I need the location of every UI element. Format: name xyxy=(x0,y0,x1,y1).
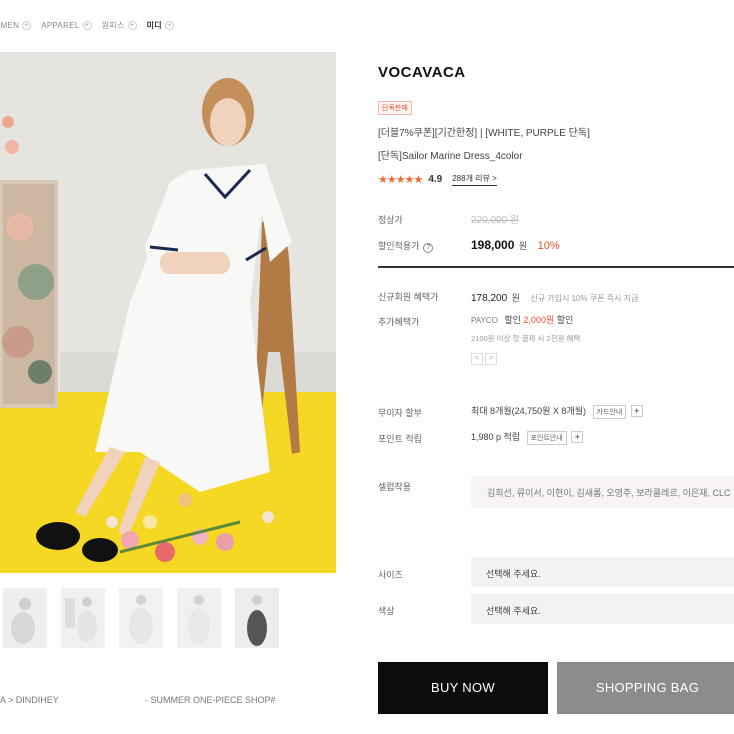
currency-unit: 원 xyxy=(518,241,528,251)
help-icon[interactable]: ? xyxy=(423,243,434,253)
benefit-pager: < > xyxy=(471,353,499,365)
points-value: 1,980 p 적립 xyxy=(471,432,521,442)
star-rating-icon: ★★★★★ xyxy=(378,174,423,186)
sale-price: 198,000 xyxy=(471,238,515,252)
thumbnail[interactable] xyxy=(3,588,47,648)
points-group: 1,980 p 적립 포인트안내 + xyxy=(471,430,584,445)
member-price-group: 178,200 원 신규 가입시 10% 쿠폰 즉시 지급 xyxy=(471,288,638,306)
regular-price: 220,000 원 xyxy=(471,215,520,226)
exclusive-badge: 단독판매 xyxy=(378,101,412,115)
shopping-bag-button[interactable]: SHOPPING BAG xyxy=(557,662,734,714)
rating-value: 4.9 xyxy=(428,174,443,185)
color-select[interactable]: 선택해 주세요. xyxy=(471,594,734,624)
installment-label: 무이자 할부 xyxy=(378,408,422,418)
thumbnail[interactable] xyxy=(177,588,221,648)
celeb-label: 셀럽착용 xyxy=(378,482,412,492)
divider xyxy=(378,266,734,268)
member-price: 178,200 xyxy=(471,293,508,304)
payco-text-b: 할인 xyxy=(556,315,574,325)
installment-group: 최대 8개월(24,750원 X 8개월) 카드안내 + xyxy=(471,404,643,419)
sale-price-group: 198,000 원 10% xyxy=(471,236,560,254)
thumbnail[interactable] xyxy=(235,588,279,648)
product-title-line1: [더블7%쿠폰][기간한정] | [WHITE, PURPLE 단독] xyxy=(378,128,590,139)
review-link[interactable]: 288개 리뷰 > xyxy=(452,173,497,186)
payco-note: 2100원 이상 첫 결제 시 2천원 혜택 xyxy=(471,334,581,343)
member-price-label: 신규회원 혜택가 xyxy=(378,292,439,302)
sale-price-label: 할인적용가? xyxy=(378,239,434,253)
expand-icon[interactable]: + xyxy=(82,21,92,30)
plus-icon[interactable]: + xyxy=(571,431,584,443)
points-info-button[interactable]: 포인트안내 xyxy=(526,431,567,445)
discount-rate: 10% xyxy=(537,240,560,252)
size-select[interactable]: 선택해 주세요. xyxy=(471,557,734,587)
member-note: 신규 가입시 10% 쿠폰 즉시 지급 xyxy=(530,294,639,303)
celeb-names: 김희선, 류이서, 이현이, 김새롬, 오영주, 보라클레르, 이은재, CLC xyxy=(471,476,734,508)
buy-now-button[interactable]: BUY NOW xyxy=(378,662,548,714)
breadcrumb-item[interactable]: 미디 + xyxy=(147,20,184,31)
breadcrumb-label[interactable]: 원피스 xyxy=(102,20,125,31)
breadcrumb-item[interactable]: OMEN+ xyxy=(0,21,41,30)
breadcrumb-item[interactable]: 원피스 + xyxy=(102,20,147,31)
payco-text-a: 할인 xyxy=(504,315,521,325)
product-title-line2: [단독]Sailor Marine Dress_4color xyxy=(378,151,523,162)
breadcrumb-item[interactable]: APPAREL + xyxy=(41,21,101,30)
thumbnail-strip xyxy=(3,588,279,648)
next-arrow-icon[interactable]: > xyxy=(485,353,497,365)
regular-price-label: 정상가 xyxy=(378,215,403,225)
payco-benefit: PAYCO 할인 2,000원 할인 xyxy=(471,313,573,326)
plus-icon[interactable]: + xyxy=(630,405,643,417)
shop-link[interactable]: - SUMMER ONE-PIECE SHOP# xyxy=(145,695,276,705)
currency-unit: 원 xyxy=(511,293,520,303)
card-info-button[interactable]: 카드안내 xyxy=(592,405,627,419)
prev-arrow-icon[interactable]: < xyxy=(471,353,483,365)
breadcrumb-label[interactable]: 미디 xyxy=(147,20,162,31)
expand-icon[interactable]: + xyxy=(22,21,32,30)
product-main-image[interactable] xyxy=(0,52,336,573)
expand-icon[interactable]: + xyxy=(164,21,174,30)
payco-amount: 2,000원 xyxy=(523,315,555,325)
color-label: 색상 xyxy=(378,606,395,616)
expand-icon[interactable]: + xyxy=(127,21,137,30)
points-label: 포인트 적립 xyxy=(378,434,422,444)
installment-value: 최대 8개월(24,750원 X 8개월) xyxy=(471,406,586,416)
size-label: 사이즈 xyxy=(378,570,403,580)
payco-logo: PAYCO xyxy=(471,316,498,325)
breadcrumb-label[interactable]: OMEN xyxy=(0,21,19,30)
sale-price-label-text: 할인적용가 xyxy=(378,241,420,251)
breadcrumb-label[interactable]: APPAREL xyxy=(41,21,79,30)
thumbnail[interactable] xyxy=(61,588,105,648)
rating-row: ★★★★★ 4.9 288개 리뷰 > xyxy=(378,173,497,186)
brand-breadcrumb-footer[interactable]: A > DINDIHEY xyxy=(0,695,59,705)
breadcrumb: OMEN+ APPAREL+ 원피스+ 미디+ xyxy=(0,20,184,31)
thumbnail[interactable] xyxy=(119,588,163,648)
brand-name[interactable]: VOCAVACA xyxy=(378,64,466,81)
extra-benefit-label: 추가혜택가 xyxy=(378,317,420,327)
